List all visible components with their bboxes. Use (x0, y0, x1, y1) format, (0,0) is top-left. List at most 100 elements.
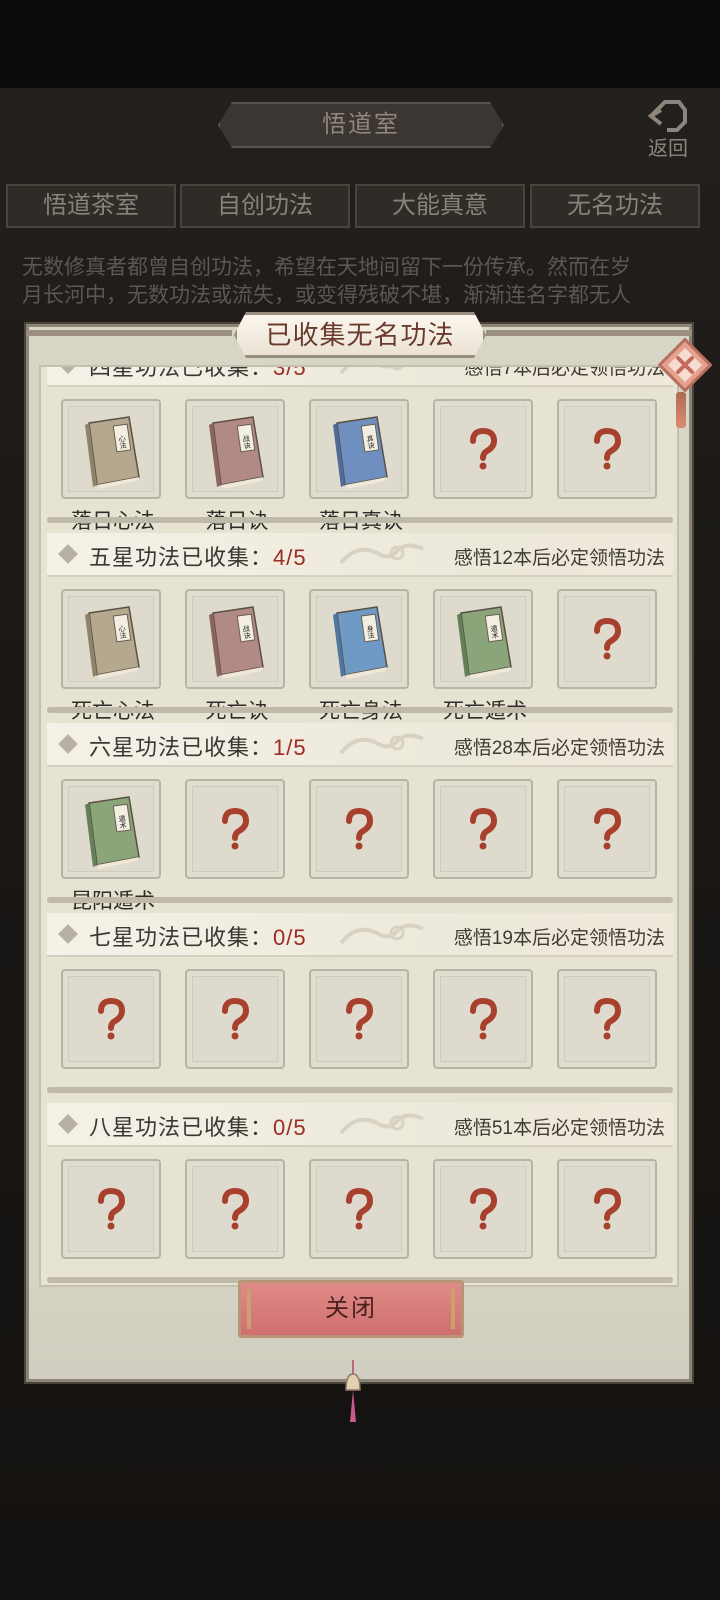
unknown-slot[interactable] (557, 1159, 657, 1259)
collection-modal: 四星功法已收集：3/5 感悟7本后必定领悟功法心法落日心法战诀落日诀真诀落日真诀五… (26, 324, 692, 1382)
unknown-slot[interactable] (309, 779, 409, 879)
star-section: 六星功法已收集：1/5 感悟28本后必定领悟功法遁术昆阳遁术 (47, 723, 673, 913)
unknown-slot[interactable] (433, 1159, 533, 1259)
section-divider (47, 897, 673, 903)
bell-ornament-icon (345, 1360, 361, 1422)
book-icon: 真诀 (333, 416, 388, 489)
tab-great-power[interactable]: 大能真意 (355, 184, 525, 228)
technique-book-slot[interactable]: 真诀落日真诀 (309, 399, 409, 533)
section-header: 六星功法已收集：1/5 感悟28本后必定领悟功法 (47, 723, 673, 767)
question-mark-icon (470, 427, 498, 470)
question-mark-icon (222, 807, 250, 850)
section-label: 五星功法已收集：4/5 (89, 540, 307, 572)
section-label: 四星功法已收集：3/5 (89, 365, 307, 382)
question-mark-icon (346, 807, 374, 850)
section-divider (47, 517, 673, 523)
unknown-slot[interactable] (433, 399, 533, 499)
unknown-slot[interactable] (433, 779, 533, 879)
section-header: 八星功法已收集：0/5 感悟51本后必定领悟功法 (47, 1103, 673, 1147)
unknown-slot[interactable] (185, 1159, 285, 1259)
back-arrow-icon (647, 100, 687, 132)
question-mark-icon (470, 1187, 498, 1230)
unknown-slot[interactable] (185, 779, 285, 879)
diamond-icon (58, 544, 78, 564)
book-icon: 战诀 (209, 416, 264, 489)
section-hint: 感悟51本后必定领悟功法 (453, 1118, 665, 1139)
collection-list[interactable]: 四星功法已收集：3/5 感悟7本后必定领悟功法心法落日心法战诀落日诀真诀落日真诀五… (39, 365, 679, 1287)
diamond-icon (58, 1114, 78, 1134)
tassel-icon (676, 392, 686, 428)
back-label: 返回 (648, 138, 688, 160)
unknown-slot[interactable] (557, 589, 657, 689)
section-divider (47, 707, 673, 713)
question-mark-icon (98, 997, 126, 1040)
question-mark-icon (594, 617, 622, 660)
section-divider (47, 1087, 673, 1093)
diamond-icon (58, 734, 78, 754)
star-section: 七星功法已收集：0/5 感悟19本后必定领悟功法 (47, 913, 673, 1097)
section-label: 六星功法已收集：1/5 (89, 730, 307, 762)
technique-book-slot[interactable]: 心法落日心法 (61, 399, 161, 533)
room-title: 悟道室 (218, 102, 504, 148)
technique-book-slot[interactable]: 遁术死亡遁术 (433, 589, 533, 723)
close-button[interactable]: 关闭 (238, 1280, 464, 1338)
collected-count: 4/5 (273, 545, 307, 570)
unknown-slot[interactable] (61, 969, 161, 1069)
question-mark-icon (98, 1187, 126, 1230)
book-icon: 战诀 (209, 606, 264, 679)
technique-book-slot[interactable]: 心法死亡心法 (61, 589, 161, 723)
collected-count: 0/5 (273, 925, 307, 950)
intro-line-2: 月长河中，无数功法或流失，或变得残破不堪，渐渐连名字都无人 (22, 284, 631, 307)
banner-wing-right (486, 330, 692, 336)
star-section: 五星功法已收集：4/5 感悟12本后必定领悟功法心法死亡心法战诀死亡诀身法死亡身法… (47, 533, 673, 723)
intro-text: 无数修真者都曾自创功法，希望在天地间留下一份传承。然而在岁 月长河中，无数功法或… (22, 254, 706, 310)
question-mark-icon (346, 997, 374, 1040)
cloud-ornament-icon (339, 733, 424, 755)
diamond-icon (58, 367, 78, 374)
unknown-slot[interactable] (557, 969, 657, 1069)
unknown-slot[interactable] (557, 779, 657, 879)
star-section: 四星功法已收集：3/5 感悟7本后必定领悟功法心法落日心法战诀落日诀真诀落日真诀 (47, 365, 673, 533)
section-title: 六星功法已收集： (89, 735, 274, 760)
section-title: 八星功法已收集： (89, 1115, 274, 1140)
question-mark-icon (222, 997, 250, 1040)
technique-book-slot[interactable]: 战诀死亡诀 (185, 589, 285, 723)
cloud-ornament-icon (339, 367, 404, 375)
question-mark-icon (470, 807, 498, 850)
question-mark-icon (222, 1187, 250, 1230)
section-hint: 感悟7本后必定领悟功法 (464, 365, 665, 379)
collected-count: 3/5 (273, 365, 307, 380)
tab-self-created[interactable]: 自创功法 (180, 184, 350, 228)
technique-book-slot[interactable]: 战诀落日诀 (185, 399, 285, 533)
unknown-slot[interactable] (557, 399, 657, 499)
question-mark-icon (594, 997, 622, 1040)
unknown-slot[interactable] (309, 969, 409, 1069)
unknown-slot[interactable] (433, 969, 533, 1069)
section-hint: 感悟12本后必定领悟功法 (453, 548, 665, 569)
section-title: 五星功法已收集： (89, 545, 274, 570)
technique-book-slot[interactable]: 遁术昆阳遁术 (61, 779, 161, 913)
book-icon: 心法 (85, 606, 140, 679)
cloud-ornament-icon (339, 923, 424, 945)
question-mark-icon (594, 807, 622, 850)
section-title: 四星功法已收集： (89, 365, 274, 380)
unknown-slot[interactable] (309, 1159, 409, 1259)
intro-line-1: 无数修真者都曾自创功法，希望在天地间留下一份传承。然而在岁 (22, 256, 631, 279)
section-header: 四星功法已收集：3/5 感悟7本后必定领悟功法 (47, 365, 673, 387)
section-title: 七星功法已收集： (89, 925, 274, 950)
unknown-slot[interactable] (61, 1159, 161, 1259)
collected-count: 1/5 (273, 735, 307, 760)
technique-book-slot[interactable]: 身法死亡身法 (309, 589, 409, 723)
tab-tea-room[interactable]: 悟道茶室 (6, 184, 176, 228)
book-icon: 身法 (333, 606, 388, 679)
banner-wing-left (26, 330, 232, 336)
unknown-slot[interactable] (185, 969, 285, 1069)
section-label: 七星功法已收集：0/5 (89, 920, 307, 952)
section-hint: 感悟19本后必定领悟功法 (453, 928, 665, 949)
section-header: 七星功法已收集：0/5 感悟19本后必定领悟功法 (47, 913, 673, 957)
close-x-icon[interactable] (658, 338, 712, 392)
tab-nameless[interactable]: 无名功法 (530, 184, 700, 228)
back-button[interactable]: 返回 (632, 96, 704, 162)
question-mark-icon (346, 1187, 374, 1230)
star-section: 八星功法已收集：0/5 感悟51本后必定领悟功法 (47, 1103, 673, 1285)
